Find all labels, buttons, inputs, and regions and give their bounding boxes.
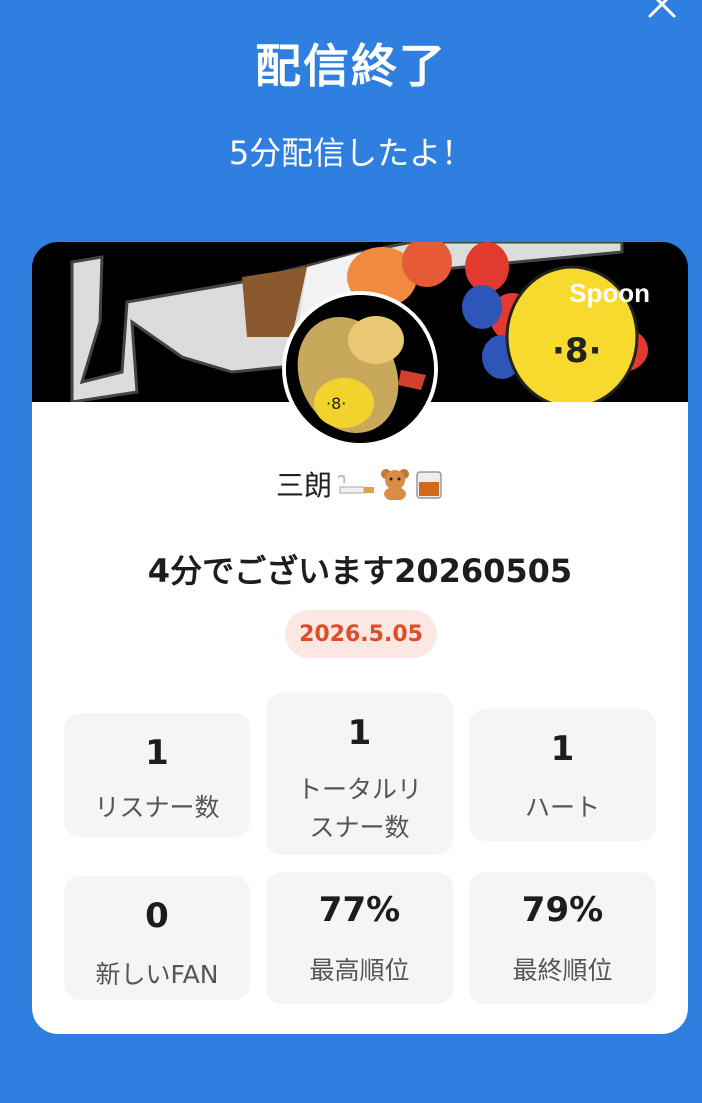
teddy-bear-icon <box>381 469 409 500</box>
stat-label: 最高順位 <box>309 956 410 985</box>
stat-value: 79% <box>521 890 604 930</box>
stat-best-rank: 77% 最高順位 <box>266 872 453 1004</box>
stat-value: 1 <box>347 713 372 753</box>
stat-total-listeners: 1 トータルリ スナー数 <box>266 693 453 855</box>
stat-label-line2: スナー数 <box>309 813 410 842</box>
stat-value: 0 <box>145 896 169 936</box>
svg-text:·8·: ·8· <box>326 394 346 413</box>
whiskey-glass-icon <box>416 471 442 499</box>
stat-final-rank: 79% 最終順位 <box>469 872 656 1004</box>
stat-label-line1: トータルリ <box>296 775 422 804</box>
stat-label: リスナー数 <box>94 793 220 822</box>
avatar-image: ·8· <box>286 295 434 443</box>
username-text: 三朗 <box>275 469 332 502</box>
stat-value: 1 <box>550 729 575 769</box>
close-button[interactable] <box>640 0 684 26</box>
stat-label: 最終順位 <box>512 956 613 985</box>
stat-listeners: 1 リスナー数 <box>64 713 250 837</box>
page-title: 配信終了 <box>255 39 447 93</box>
date-badge: 2026.5.05 <box>285 610 437 658</box>
stat-label: ハート <box>524 793 600 822</box>
broadcast-title: 4分でございます20260505 <box>147 552 573 590</box>
broadcast-duration-text: 5分配信したよ！ <box>228 134 474 172</box>
cigarette-icon <box>337 474 374 494</box>
stat-label: 新しいFAN <box>95 960 219 989</box>
stat-value: 1 <box>145 733 169 773</box>
avatar[interactable]: ·8· <box>282 291 438 447</box>
stat-new-fans: 0 新しいFAN <box>64 876 250 1000</box>
close-icon <box>648 0 676 18</box>
svg-text:·8·: ·8· <box>552 331 602 371</box>
stat-value: 77% <box>318 890 401 930</box>
broadcast-summary-card: ·8· Spoon ·8· 三朗 4分でございます20260505 2026.5… <box>32 242 688 1034</box>
stat-hearts: 1 ハート <box>469 709 656 841</box>
spoon-logo: Spoon <box>569 278 650 308</box>
streamer-name[interactable]: 三朗 <box>32 464 688 504</box>
